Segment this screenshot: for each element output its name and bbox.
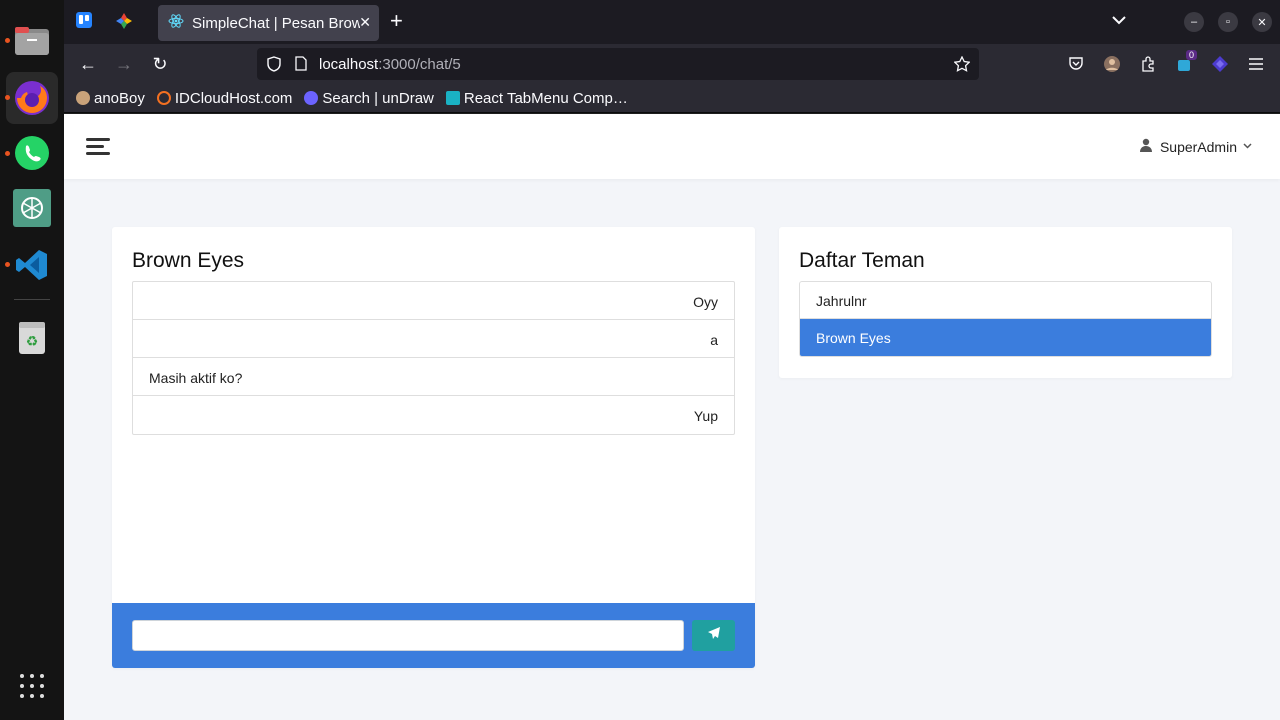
message-list: Oyy a Masih aktif ko? Yup [132, 281, 735, 435]
shield-icon[interactable] [267, 56, 281, 75]
layers-extension-icon[interactable] [1211, 55, 1229, 73]
forward-icon[interactable]: → [113, 54, 135, 74]
tab-active[interactable]: SimpleChat | Pesan Brown Eyes ✕ [158, 5, 379, 41]
bookmark-favicon-icon [445, 91, 460, 105]
running-indicator [5, 38, 10, 43]
account-avatar-icon[interactable] [1103, 55, 1121, 73]
extension-badge-icon[interactable]: 0 [1175, 50, 1197, 73]
user-name: SuperAdmin [1159, 138, 1237, 155]
chat-card: Brown Eyes Oyy a Masih aktif ko? Yup [112, 227, 755, 668]
browser-window: SimpleChat | Pesan Brown Eyes ✕ + – ▫ ✕ … [64, 0, 1280, 720]
reload-icon[interactable]: ↻ [149, 54, 171, 74]
friends-card: Daftar Teman Jahrulnr Brown Eyes [779, 227, 1232, 378]
show-apps-icon[interactable] [20, 674, 44, 698]
tab-title: SimpleChat | Pesan Brown Eyes [192, 14, 360, 32]
message-item: Oyy [133, 282, 734, 320]
svg-text:♻: ♻ [26, 333, 39, 349]
files-icon[interactable] [12, 21, 52, 61]
vscode-icon[interactable] [12, 245, 52, 285]
trash-icon[interactable]: ♻ [12, 318, 52, 358]
friend-list: Jahrulnr Brown Eyes [799, 281, 1212, 357]
extension-badge: 0 [1185, 50, 1197, 60]
message-item: Masih aktif ko? [133, 358, 734, 396]
chatgpt-icon[interactable] [13, 189, 51, 227]
running-indicator [5, 151, 10, 156]
restore-icon[interactable]: ▫ [1218, 12, 1238, 32]
firefox-icon[interactable] [6, 72, 58, 124]
back-icon[interactable]: ← [77, 54, 99, 74]
close-tab-icon[interactable]: ✕ [359, 14, 371, 31]
hamburger-menu-icon[interactable] [86, 138, 110, 156]
url-bar[interactable]: localhost:3000/chat/5 [257, 48, 979, 80]
whatsapp-icon[interactable] [12, 133, 52, 173]
minimize-icon[interactable]: – [1184, 12, 1204, 32]
menu-icon[interactable] [1247, 55, 1265, 73]
running-indicator [5, 95, 10, 100]
message-item: Yup [693, 408, 718, 424]
friend-item[interactable]: Jahrulnr [800, 282, 1211, 319]
friends-title: Daftar Teman [799, 249, 925, 272]
close-window-icon[interactable]: ✕ [1252, 12, 1272, 32]
trello-icon[interactable] [76, 12, 96, 32]
bookmark-favicon-icon [304, 91, 319, 105]
friend-item-active[interactable]: Brown Eyes [800, 319, 1211, 356]
navigation-toolbar: ← → ↻ localhost:3000/chat/5 0 [64, 44, 1280, 84]
bookmarks-toolbar: anoBoy IDCloudHost.com Search | unDraw R… [64, 84, 1280, 113]
react-icon [168, 13, 184, 34]
bookmark-item[interactable]: React TabMenu Comp… [445, 90, 628, 107]
extensions-icon[interactable] [1139, 55, 1157, 73]
user-icon [1139, 138, 1152, 155]
user-menu[interactable]: SuperAdmin [1139, 138, 1252, 155]
message-item: a [133, 320, 734, 358]
tab-bar: SimpleChat | Pesan Brown Eyes ✕ + – ▫ ✕ [64, 0, 1280, 44]
chat-input-bar [112, 603, 755, 668]
new-tab-icon[interactable]: + [390, 10, 403, 32]
message-input[interactable] [132, 620, 684, 651]
bookmark-item[interactable]: Search | unDraw [304, 90, 434, 107]
bookmark-favicon-icon [156, 91, 171, 105]
page-icon[interactable] [295, 56, 307, 74]
star-icon[interactable] [953, 55, 971, 75]
web-page: SuperAdmin Brown Eyes Oyy a Masih aktif … [64, 114, 1280, 720]
ubuntu-dock: ♻ [0, 0, 64, 720]
bookmark-favicon-icon [76, 91, 90, 105]
pocket-icon[interactable] [1067, 55, 1085, 73]
running-indicator [5, 262, 10, 267]
app-header: SuperAdmin [64, 114, 1280, 179]
pinned-app-icon[interactable] [115, 12, 135, 32]
url-text: localhost:3000/chat/5 [319, 56, 461, 73]
paper-plane-icon [707, 626, 721, 645]
chevron-down-icon [1243, 141, 1252, 152]
send-button[interactable] [692, 620, 735, 651]
dock-separator [14, 299, 50, 300]
bookmark-item[interactable]: IDCloudHost.com [156, 90, 292, 107]
chevron-down-icon[interactable] [1112, 12, 1126, 28]
chat-title: Brown Eyes [132, 249, 245, 272]
bookmark-item[interactable]: anoBoy [76, 90, 145, 107]
